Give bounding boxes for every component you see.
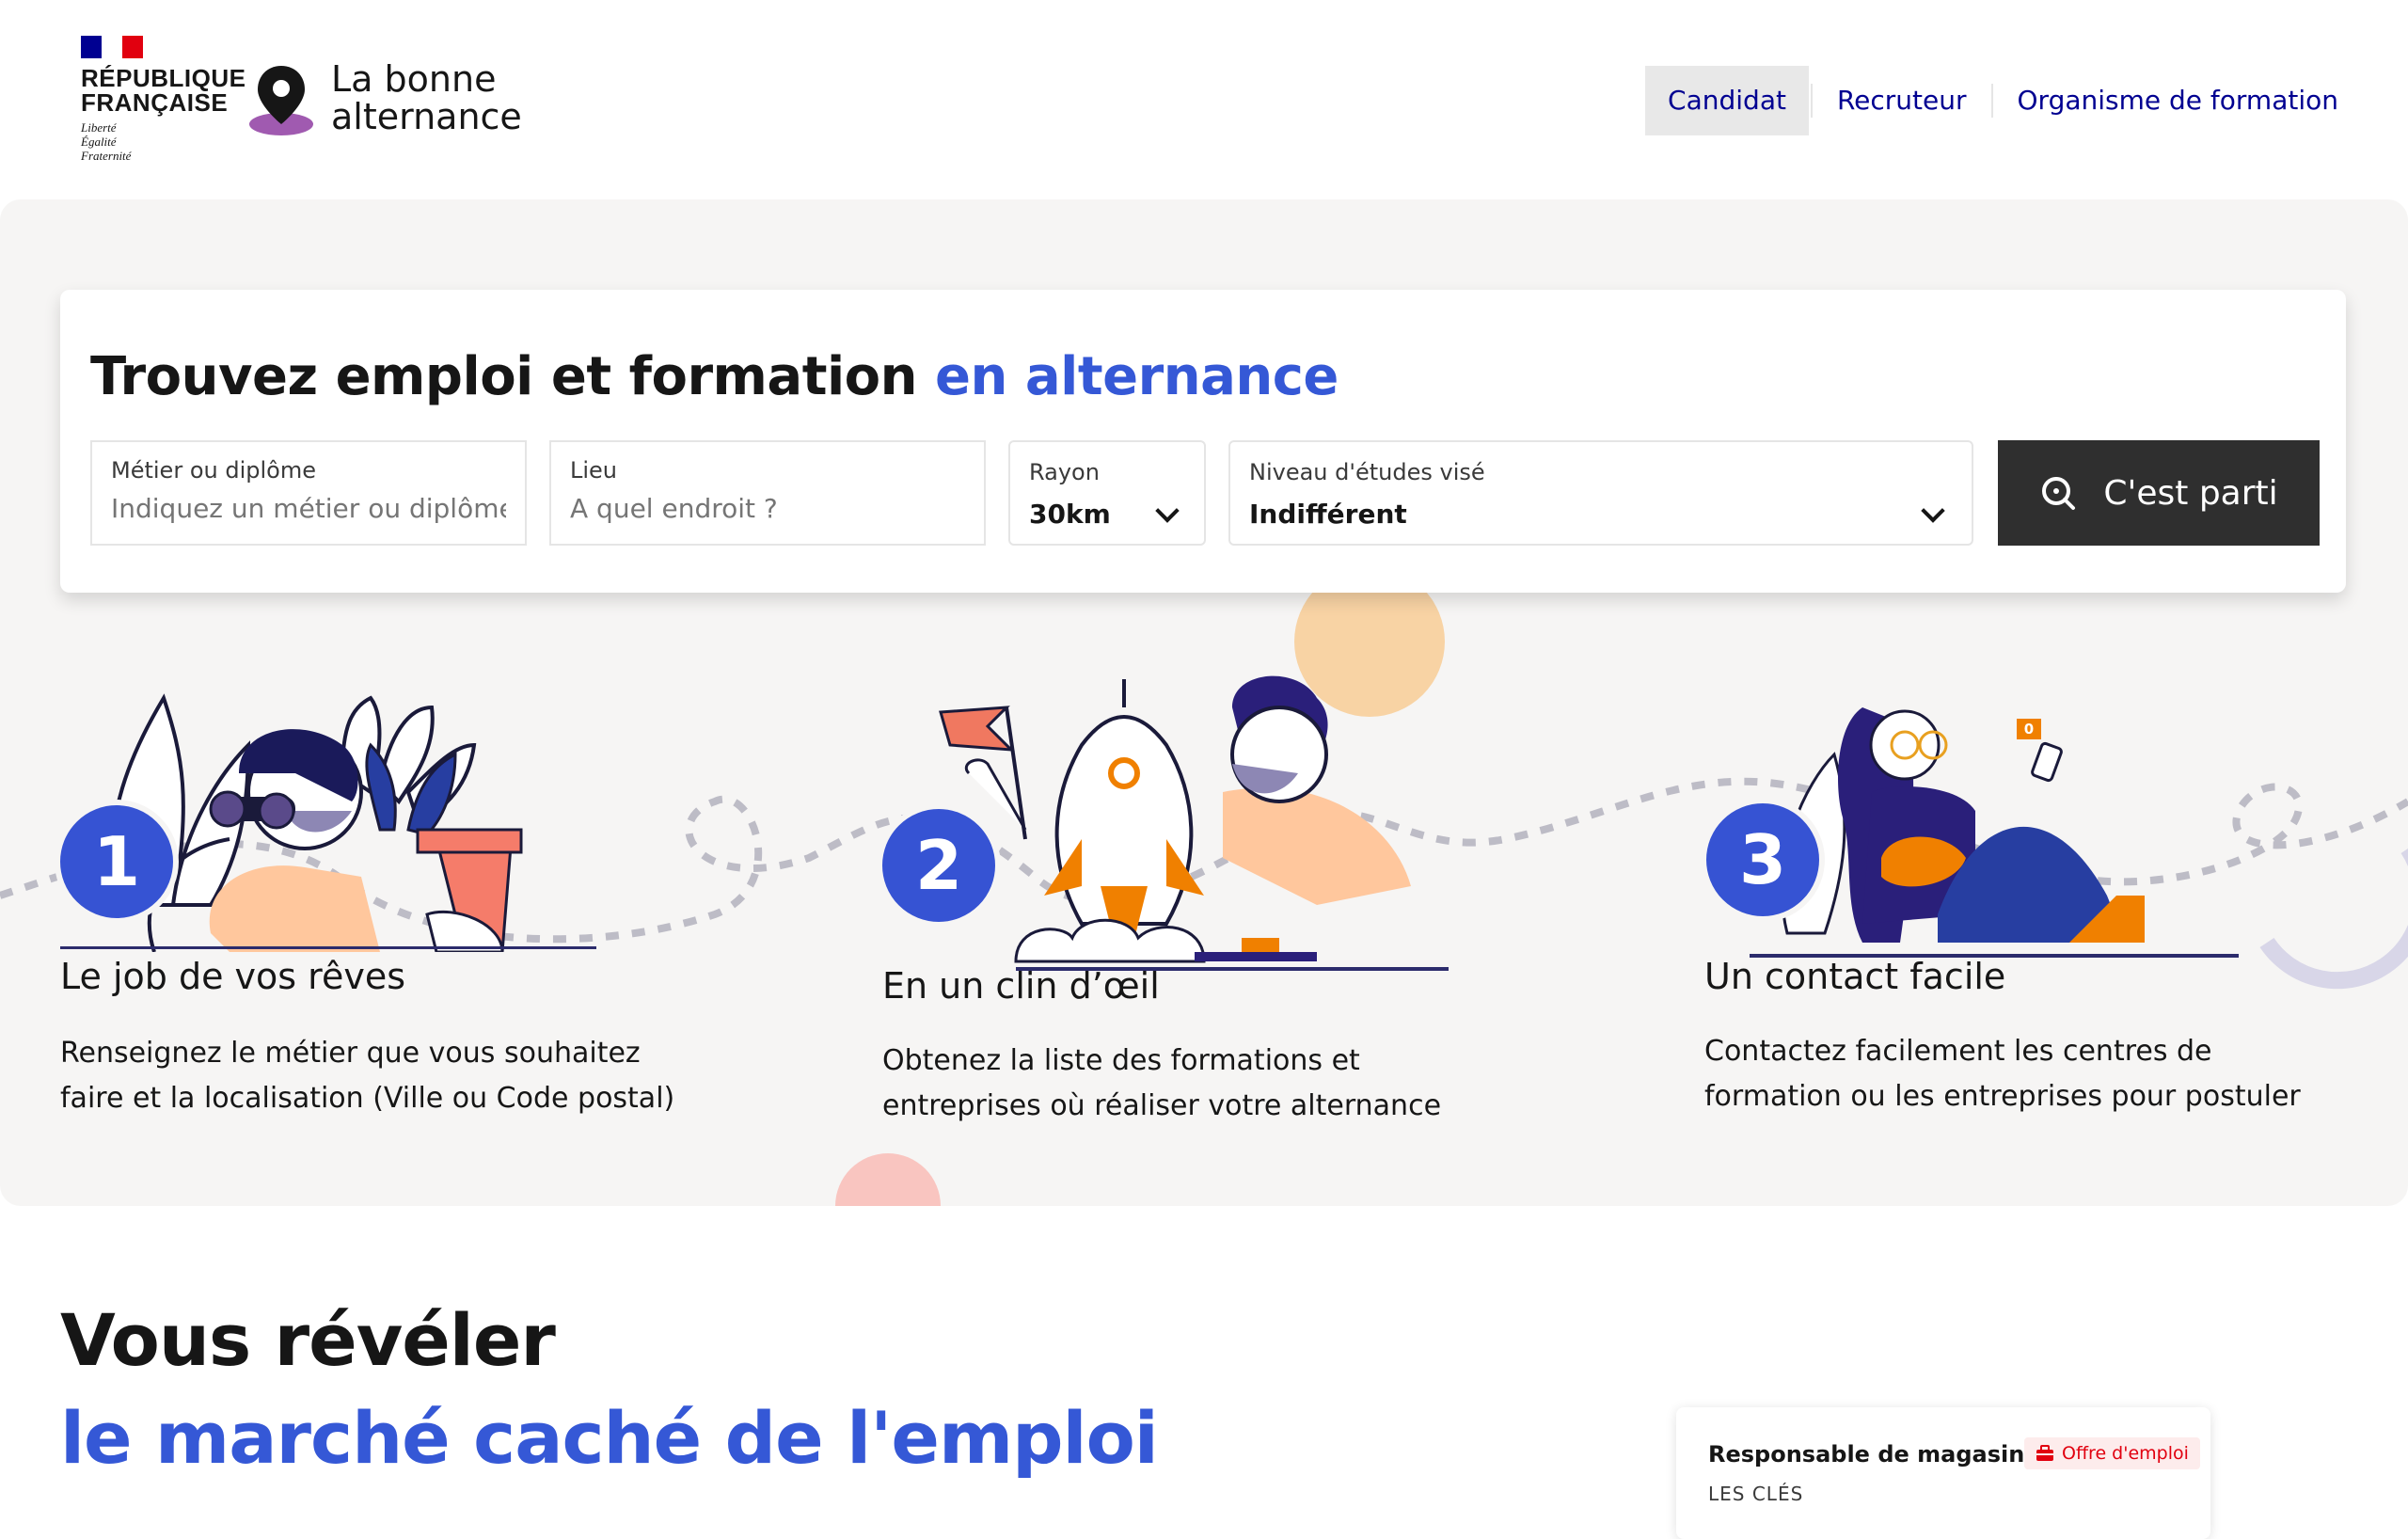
republique-line1: RÉPUBLIQUE	[81, 64, 246, 92]
offer-type-badge: Offre d'emploi	[2024, 1437, 2200, 1469]
republique-francaise-logo[interactable]: RÉPUBLIQUE FRANÇAISE Liberté Égalité Fra…	[81, 36, 246, 163]
rayon-value: 30km	[1029, 499, 1111, 530]
woman-phone-illustration	[1750, 707, 2239, 958]
step-2-desc-line1: Obtenez la liste des formations et	[882, 1044, 1360, 1077]
devise-liberte: Liberté	[81, 120, 117, 135]
step-3-number: 3	[1701, 798, 1825, 922]
step-1-number: 1	[55, 800, 179, 924]
search-title-accent: en alternance	[935, 346, 1339, 407]
step-1-desc: Renseignez le métier que vous souhaitez …	[60, 1031, 674, 1121]
rayon-label: Rayon	[1029, 459, 1100, 485]
search-title-main: Trouvez emploi et formation	[90, 346, 918, 407]
step-3-desc-line2: formation ou les entreprises pour postul…	[1704, 1080, 2301, 1113]
lieu-field[interactable]: Lieu	[549, 440, 986, 546]
niveau-label: Niveau d'études visé	[1249, 459, 1485, 485]
main-nav: Candidat Recruteur Organisme de formatio…	[1645, 66, 2361, 135]
pink-circle-decoration	[835, 1153, 941, 1206]
offer-company: LES CLÉS	[1708, 1483, 1804, 1505]
metier-field[interactable]: Métier ou diplôme	[90, 440, 527, 546]
hero-section: Trouvez emploi et formation en alternanc…	[0, 199, 2408, 1206]
chevron-down-icon	[1921, 499, 1945, 523]
nav-organisme-formation[interactable]: Organisme de formation	[1995, 66, 2361, 135]
map-pin-logo-icon[interactable]	[246, 62, 316, 137]
section-heading-line2: le marché caché de l'emploi	[60, 1396, 1159, 1480]
brand-line2: alternance	[331, 96, 522, 137]
brand-line1: La bonne	[331, 58, 497, 100]
offer-title: Responsable de magasin	[1708, 1441, 2025, 1468]
chevron-down-icon	[1155, 499, 1180, 523]
step-2-title: En un clin d’œil	[882, 965, 1160, 1007]
search-submit-button[interactable]: C'est parti	[1998, 440, 2320, 546]
offer-badge-label: Offre d'emploi	[2062, 1443, 2189, 1464]
step-1-desc-line1: Renseignez le métier que vous souhaitez	[60, 1037, 641, 1070]
site-header: RÉPUBLIQUE FRANÇAISE Liberté Égalité Fra…	[0, 0, 2408, 199]
niveau-select[interactable]: Niveau d'études visé Indifférent	[1228, 440, 1973, 546]
tricolor-flag-icon	[81, 36, 143, 58]
section-heading-line1: Vous révéler	[60, 1298, 556, 1382]
step-3-title: Un contact facile	[1704, 956, 2006, 997]
step-3-desc-line1: Contactez facilement les centres de	[1704, 1035, 2212, 1068]
nav-recruteur[interactable]: Recruteur	[1814, 66, 1989, 135]
step-1-floor-line	[60, 946, 596, 949]
notification-badge: 0	[2017, 719, 2041, 739]
grey-arc-decoration	[2259, 849, 2408, 990]
step-2-desc-line2: entreprises où réaliser votre alternance	[882, 1089, 1442, 1122]
lieu-label: Lieu	[570, 457, 618, 484]
brand-name[interactable]: La bonne alternance	[331, 60, 522, 135]
rayon-select[interactable]: Rayon 30km	[1008, 440, 1206, 546]
step-2-desc: Obtenez la liste des formations et entre…	[882, 1039, 1441, 1129]
metier-input[interactable]	[111, 493, 506, 524]
nav-separator	[1990, 84, 1993, 118]
devise-fraternite: Fraternité	[81, 149, 132, 163]
nav-separator	[1810, 84, 1813, 118]
rocket-launch-illustration	[939, 675, 1449, 971]
niveau-value: Indifférent	[1249, 499, 1407, 530]
step-1-title: Le job de vos rêves	[60, 956, 405, 997]
lieu-input[interactable]	[570, 493, 965, 524]
search-card: Trouvez emploi et formation en alternanc…	[60, 290, 2346, 593]
briefcase-icon	[2036, 1445, 2053, 1461]
republique-line2: FRANÇAISE	[81, 88, 229, 117]
search-icon	[2042, 477, 2076, 510]
step-2-number: 2	[877, 803, 1001, 928]
offer-card[interactable]: Responsable de magasin Offre d'emploi LE…	[1676, 1407, 2210, 1539]
step-3-desc: Contactez facilement les centres de form…	[1704, 1029, 2301, 1119]
devise-egalite: Égalité	[81, 135, 117, 149]
search-submit-label: C'est parti	[2103, 473, 2278, 513]
step-1-desc-line2: faire et la localisation (Ville ou Code …	[60, 1082, 675, 1115]
metier-label: Métier ou diplôme	[111, 457, 316, 484]
search-title: Trouvez emploi et formation en alternanc…	[90, 346, 1339, 407]
nav-candidat[interactable]: Candidat	[1645, 66, 1809, 135]
devise: Liberté Égalité Fraternité	[81, 120, 246, 163]
